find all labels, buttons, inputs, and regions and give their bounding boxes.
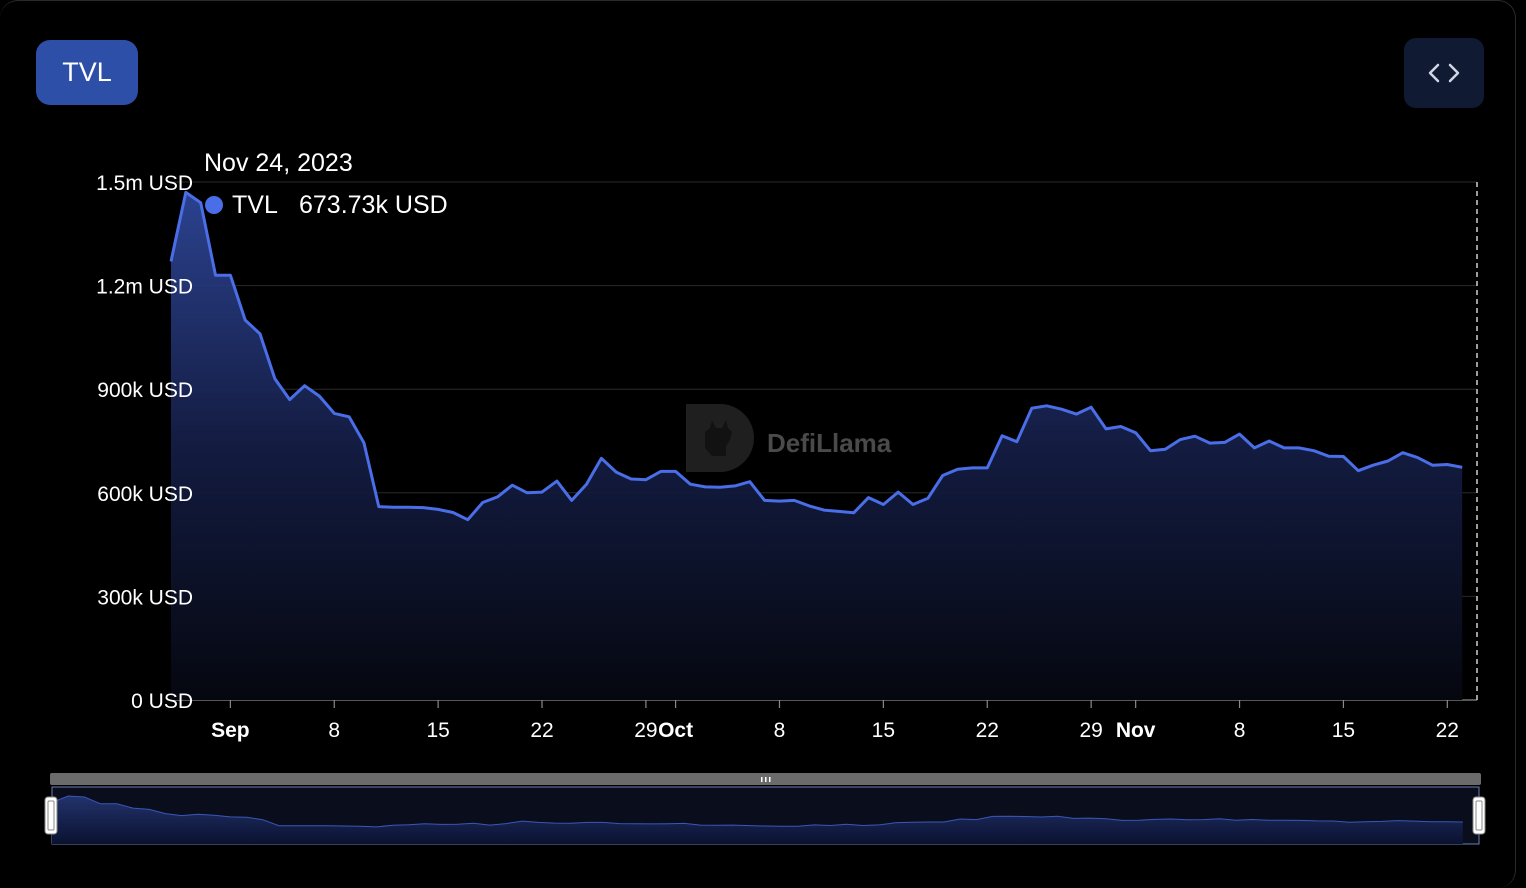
x-tick-label: 29	[634, 719, 657, 742]
tooltip-series-marker	[205, 196, 223, 214]
x-tick-label: 22	[976, 719, 999, 742]
range-slider[interactable]	[44, 773, 1486, 845]
tooltip-value: 673.73k USD	[299, 191, 448, 219]
watermark: DefiLlama	[686, 404, 892, 472]
x-tick-label: 8	[1234, 719, 1246, 742]
y-tick-label: 600k USD	[97, 483, 193, 506]
drag-handle-icon[interactable]	[761, 777, 771, 782]
y-tick-label: 300k USD	[97, 586, 193, 609]
slider-handle-left[interactable]	[44, 796, 58, 835]
x-tick-label: Nov	[1116, 719, 1156, 742]
x-tick-label: Sep	[211, 719, 250, 742]
x-tick-label: Oct	[658, 719, 693, 742]
slider-handle-right[interactable]	[1472, 796, 1486, 835]
x-tick-label: 15	[1332, 719, 1355, 742]
x-tick-label: 15	[426, 719, 449, 742]
y-tick-label: 900k USD	[97, 379, 193, 402]
tvl-chart[interactable]: 0 USD 300k USD 600k USD 900k USD 1.2m USD 1.5…	[0, 0, 1526, 888]
watermark-text: DefiLlama	[767, 428, 892, 458]
x-tick-label: 22	[530, 719, 553, 742]
x-tick-label: 15	[872, 719, 895, 742]
tooltip: Nov 24, 2023 TVL 673.73k USD	[204, 149, 448, 219]
x-tick-label: 8	[774, 719, 786, 742]
tooltip-date: Nov 24, 2023	[204, 149, 353, 177]
llama-logo-icon	[686, 404, 754, 472]
tooltip-series-name: TVL	[232, 191, 278, 219]
x-tick-label: 29	[1079, 719, 1102, 742]
y-tick-label: 1.2m USD	[96, 276, 193, 299]
y-tick-label: 0 USD	[131, 690, 193, 713]
x-tick-label: 22	[1436, 719, 1459, 742]
x-tick-label: 8	[328, 719, 340, 742]
y-tick-label: 1.5m USD	[96, 172, 193, 195]
